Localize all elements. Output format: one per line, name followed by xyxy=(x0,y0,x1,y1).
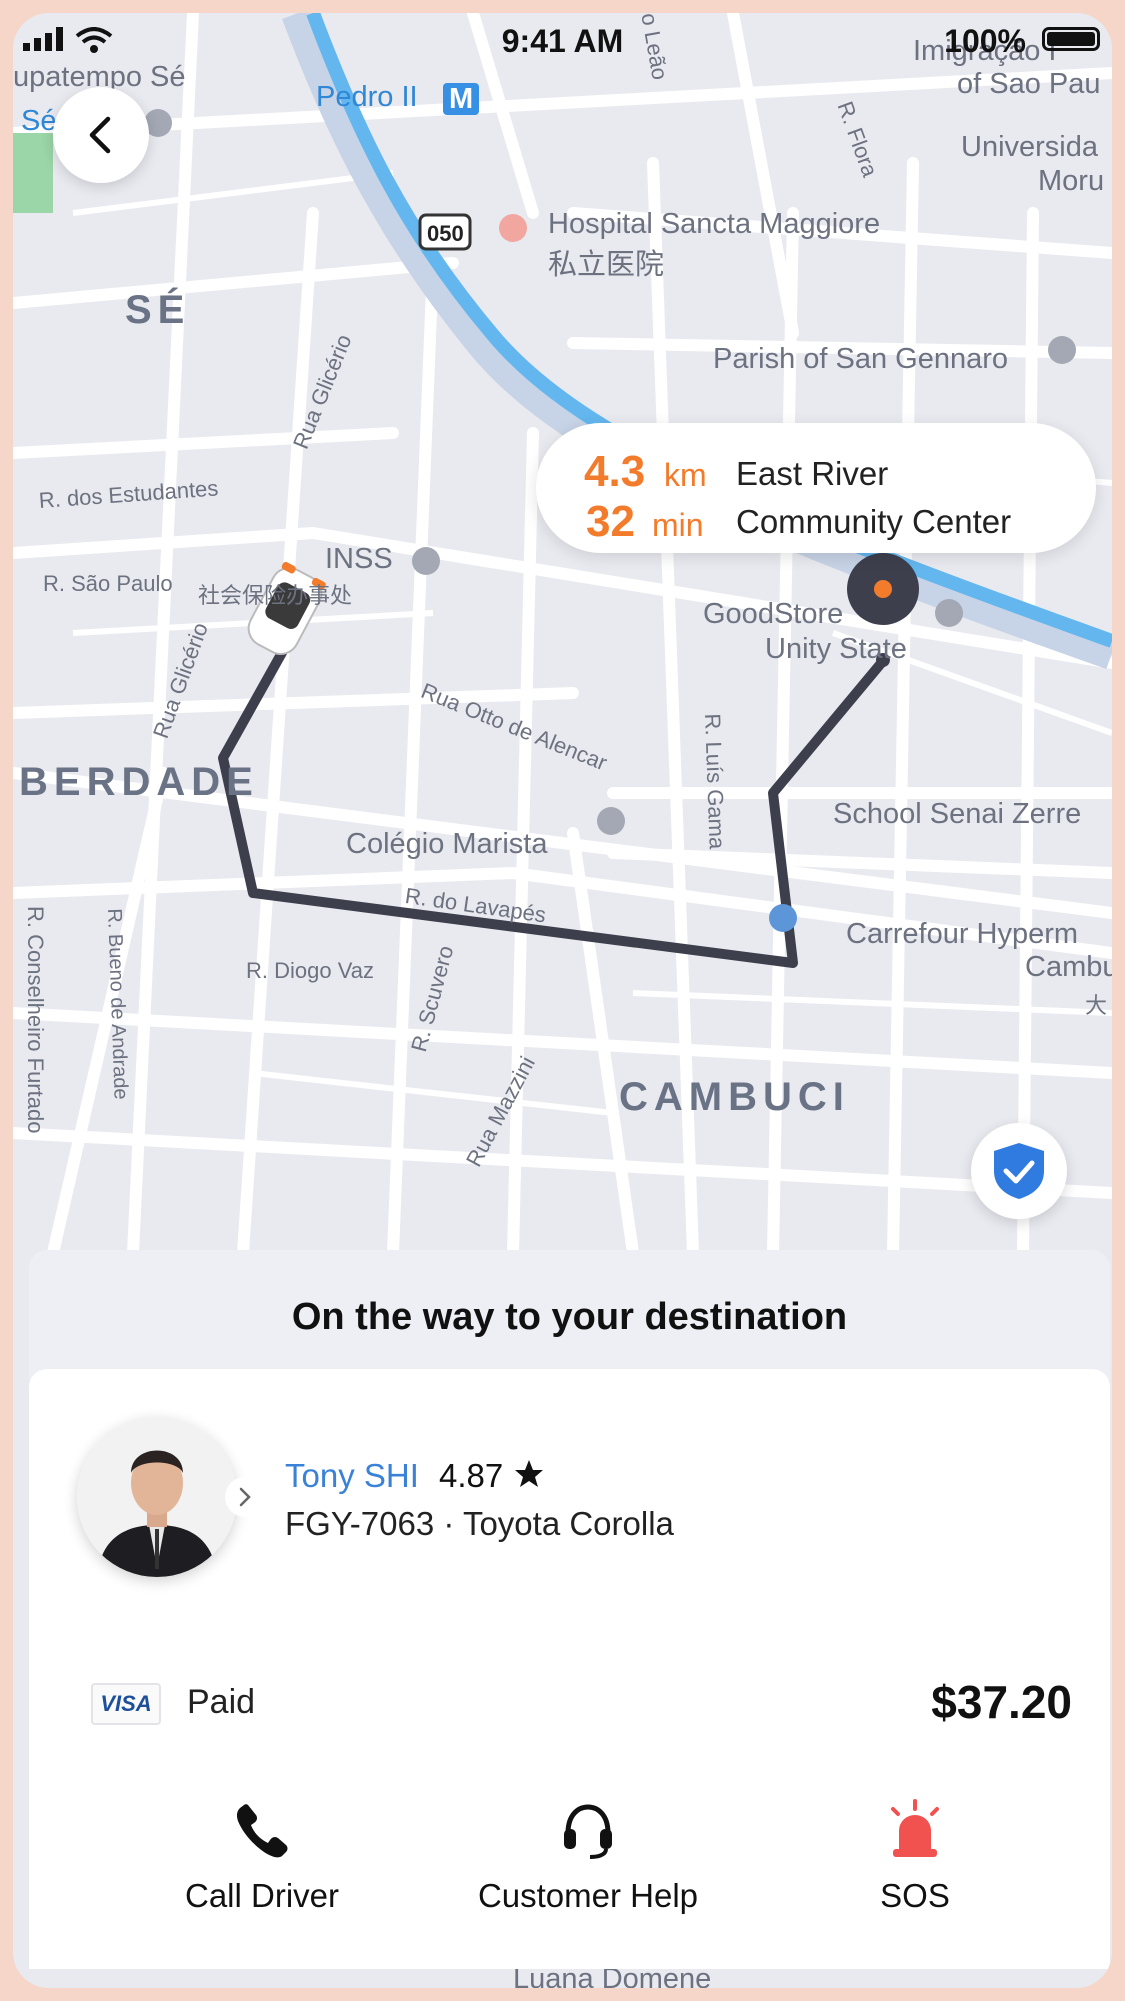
call-driver-label: Call Driver xyxy=(184,1877,339,1914)
vehicle-info: FGY-7063 · Toyota Corolla xyxy=(285,1505,674,1542)
visa-card-icon: VISA xyxy=(91,1683,161,1725)
destination-name-line2: Community Center xyxy=(736,503,1012,540)
map-label: Parish of San Gennaro xyxy=(713,343,1009,375)
map-label: R. São Paulo xyxy=(43,571,173,596)
driver-profile-button[interactable] xyxy=(77,1417,265,1592)
driver-rating: 4.87 xyxy=(439,1457,504,1494)
customer-help-label: Customer Help xyxy=(477,1877,699,1914)
eta-distance-unit: km xyxy=(664,457,707,493)
map-label: 050 xyxy=(427,221,464,246)
eta-card: 4.3 km 32 min East River Community Cente… xyxy=(536,423,1096,553)
avatar-chevron xyxy=(225,1477,265,1517)
map-district-label: SÉ xyxy=(125,288,191,332)
map-label: Cambu xyxy=(1025,951,1112,983)
driver-photo xyxy=(77,1417,237,1577)
destination-name-line1: East River xyxy=(736,455,889,492)
map-label: GoodStore xyxy=(703,598,844,630)
map-district-label: CAMBUCI xyxy=(619,1075,850,1119)
map-label: Unity State xyxy=(765,633,907,665)
battery-percent: 100% xyxy=(944,23,1026,59)
metro-badge: M xyxy=(449,83,474,115)
battery-icon xyxy=(1042,27,1100,51)
map-label: Colégio Marista xyxy=(346,828,548,860)
sos-button[interactable]: SOS xyxy=(765,1799,1065,1915)
customer-help-button[interactable]: Customer Help xyxy=(438,1799,738,1915)
chevron-left-icon xyxy=(89,116,111,154)
sos-label: SOS xyxy=(880,1877,950,1914)
safety-button[interactable] xyxy=(971,1123,1067,1219)
chevron-right-icon xyxy=(239,1487,251,1507)
map-label: Hospital Sancta Maggiore xyxy=(548,208,881,240)
payment-status: Paid xyxy=(187,1683,256,1721)
map-label: School Senai Zerre xyxy=(833,798,1082,830)
map-label: Universida xyxy=(961,131,1098,163)
map-label: 社会保险办事处 xyxy=(198,583,353,608)
trip-details-sheet: Tony SHI 4.87 FGY-7063 · Toyota Corolla … xyxy=(29,1369,1110,1969)
map-label: R. Conselheiro Furtado xyxy=(23,906,48,1134)
phone-icon xyxy=(236,1804,288,1858)
map-label: Carrefour Hyperm xyxy=(846,918,1079,950)
back-button[interactable] xyxy=(53,87,149,183)
headset-icon xyxy=(564,1804,612,1859)
driver-name[interactable]: Tony SHI xyxy=(285,1457,419,1495)
trip-status-title: On the way to your destination xyxy=(291,1296,848,1338)
status-bar: 9:41 AM 100% xyxy=(13,13,1112,63)
map-label: R. Diogo Vaz xyxy=(246,958,374,983)
map-label: Sé xyxy=(21,105,57,137)
star-icon xyxy=(515,1460,543,1487)
call-driver-button[interactable]: Call Driver xyxy=(112,1799,412,1915)
map-label: 大 xyxy=(1085,993,1108,1018)
eta-time-unit: min xyxy=(652,507,704,543)
trip-amount: $37.20 xyxy=(931,1676,1072,1728)
map-district-label: BERDADE xyxy=(19,760,259,804)
map-label: Moru xyxy=(1038,165,1105,197)
map-label: of Sao Pau xyxy=(957,68,1101,100)
siren-icon xyxy=(891,1799,939,1857)
driver-avatar xyxy=(77,1417,237,1577)
map-label: INSS xyxy=(325,543,393,575)
map-label: R. Luís Gama xyxy=(700,713,730,850)
shield-check-icon xyxy=(994,1143,1044,1199)
phone-screen: upatempo Sé Sé Pedro II M 050 Hospital S… xyxy=(13,13,1112,1988)
map-label: Pedro II xyxy=(316,81,418,113)
eta-distance-value: 4.3 xyxy=(584,447,646,496)
map-label: 私立医院 xyxy=(548,249,665,281)
trip-status-header: On the way to your destination xyxy=(29,1250,1110,1380)
eta-time-value: 32 xyxy=(586,497,635,546)
